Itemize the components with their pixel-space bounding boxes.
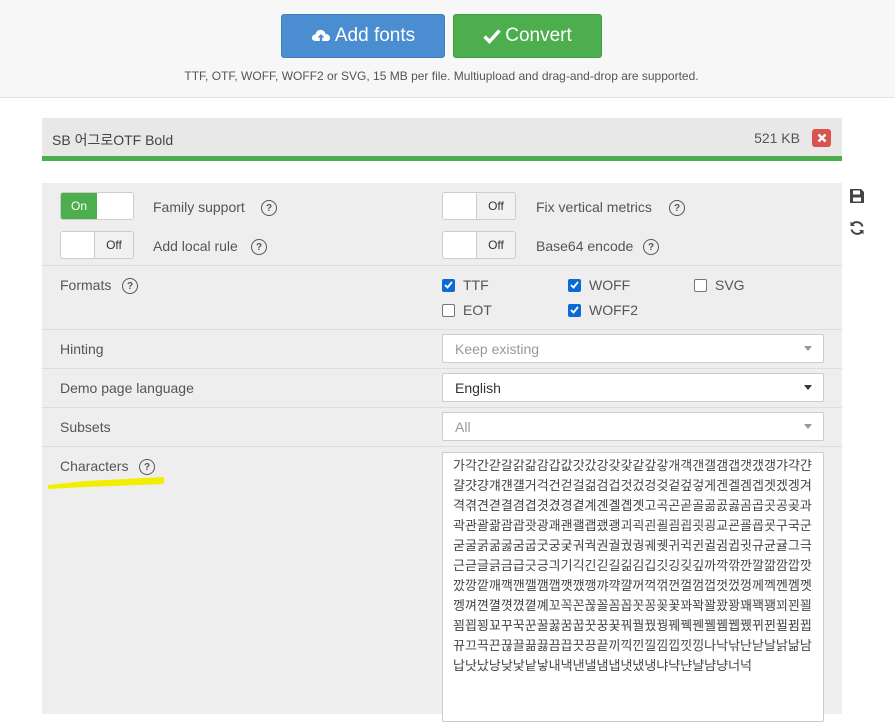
convert-button[interactable]: Convert bbox=[453, 14, 602, 58]
conversion-options: On Family support ? Off Fix vertical met… bbox=[42, 183, 842, 722]
divider bbox=[42, 446, 842, 447]
remove-file-button[interactable] bbox=[812, 129, 831, 147]
hinting-label: Hinting bbox=[60, 341, 104, 357]
upload-hint: TTF, OTF, WOFF, WOFF2 or SVG, 15 MB per … bbox=[184, 69, 699, 83]
checkmark-icon bbox=[483, 29, 502, 44]
checkbox-checked-icon bbox=[442, 278, 455, 292]
chevron-down-icon bbox=[804, 346, 812, 351]
font-file-row: SB 어그로OTF Bold 521 KB bbox=[42, 118, 842, 158]
checkbox-empty-icon bbox=[694, 278, 707, 292]
add-local-rule-label: Add local rule bbox=[153, 238, 238, 254]
chevron-down-icon bbox=[804, 385, 812, 390]
format-svg-checkbox[interactable]: SVG bbox=[694, 277, 745, 293]
family-support-help-icon[interactable]: ? bbox=[261, 200, 277, 216]
toggle-off-state: Off bbox=[94, 232, 133, 258]
upload-toolbar: Add fonts Convert TTF, OTF, WOFF, WOFF2 … bbox=[0, 0, 895, 98]
base64-encode-toggle[interactable]: Off bbox=[442, 231, 516, 259]
demo-page-language-value: English bbox=[455, 379, 501, 396]
toggle-off-state: Off bbox=[476, 232, 515, 258]
format-ttf-label: TTF bbox=[463, 277, 489, 293]
checkbox-checked-icon bbox=[568, 303, 581, 317]
side-toolbar bbox=[842, 183, 872, 243]
add-fonts-label: Add fonts bbox=[334, 25, 416, 46]
family-support-toggle[interactable]: On bbox=[60, 192, 134, 220]
upload-progress-bar bbox=[42, 156, 842, 161]
hinting-select[interactable]: Keep existing bbox=[442, 334, 824, 363]
file-name: SB 어그로OTF Bold bbox=[52, 132, 174, 148]
save-icon[interactable] bbox=[849, 188, 865, 204]
formats-help-icon[interactable]: ? bbox=[122, 278, 138, 294]
hinting-value: Keep existing bbox=[455, 340, 540, 357]
refresh-icon[interactable] bbox=[849, 220, 865, 236]
add-fonts-button[interactable]: Add fonts bbox=[281, 14, 445, 58]
characters-textarea[interactable]: 가각간갇갈갉갊감갑값갓갔강갖갗같갚갛개객갠갤갬갭갯갰갱갸갹갼걀걋걍걔걘걜거걱건걷… bbox=[442, 452, 824, 722]
characters-help-icon[interactable]: ? bbox=[139, 459, 155, 475]
subsets-value: All bbox=[455, 418, 471, 435]
fix-vertical-metrics-toggle[interactable]: Off bbox=[442, 192, 516, 220]
format-svg-label: SVG bbox=[715, 277, 745, 293]
format-eot-checkbox[interactable]: EOT bbox=[442, 302, 492, 318]
close-icon bbox=[817, 133, 826, 143]
toggle-off-state: Off bbox=[476, 193, 515, 219]
base64-encode-help-icon[interactable]: ? bbox=[643, 239, 659, 255]
divider bbox=[42, 329, 842, 330]
cloud-upload-icon bbox=[311, 29, 330, 41]
format-ttf-checkbox[interactable]: TTF bbox=[442, 277, 489, 293]
subsets-label: Subsets bbox=[60, 419, 111, 435]
divider bbox=[42, 407, 842, 408]
checkbox-checked-icon bbox=[568, 278, 581, 292]
formats-label: Formats bbox=[60, 277, 112, 293]
add-local-rule-help-icon[interactable]: ? bbox=[251, 239, 267, 255]
convert-label: Convert bbox=[505, 25, 572, 46]
divider bbox=[42, 368, 842, 369]
base64-encode-label: Base64 encode bbox=[536, 238, 634, 254]
toggle-on-state: On bbox=[61, 193, 97, 219]
file-size: 521 KB bbox=[754, 130, 800, 146]
demo-page-language-select[interactable]: English bbox=[442, 373, 824, 402]
checkbox-empty-icon bbox=[442, 303, 455, 317]
divider bbox=[42, 265, 842, 266]
highlight-underline bbox=[48, 477, 164, 489]
family-support-label: Family support bbox=[153, 199, 245, 215]
characters-label: Characters bbox=[60, 458, 129, 474]
subsets-select[interactable]: All bbox=[442, 412, 824, 441]
chevron-down-icon bbox=[804, 424, 812, 429]
format-woff2-label: WOFF2 bbox=[589, 302, 638, 318]
add-local-rule-toggle[interactable]: Off bbox=[60, 231, 134, 259]
format-woff-label: WOFF bbox=[589, 277, 631, 293]
demo-page-language-label: Demo page language bbox=[60, 380, 194, 396]
format-woff2-checkbox[interactable]: WOFF2 bbox=[568, 302, 638, 318]
fix-vertical-metrics-help-icon[interactable]: ? bbox=[669, 200, 685, 216]
fix-vertical-metrics-label: Fix vertical metrics bbox=[536, 199, 652, 215]
format-eot-label: EOT bbox=[463, 302, 492, 318]
format-woff-checkbox[interactable]: WOFF bbox=[568, 277, 630, 293]
